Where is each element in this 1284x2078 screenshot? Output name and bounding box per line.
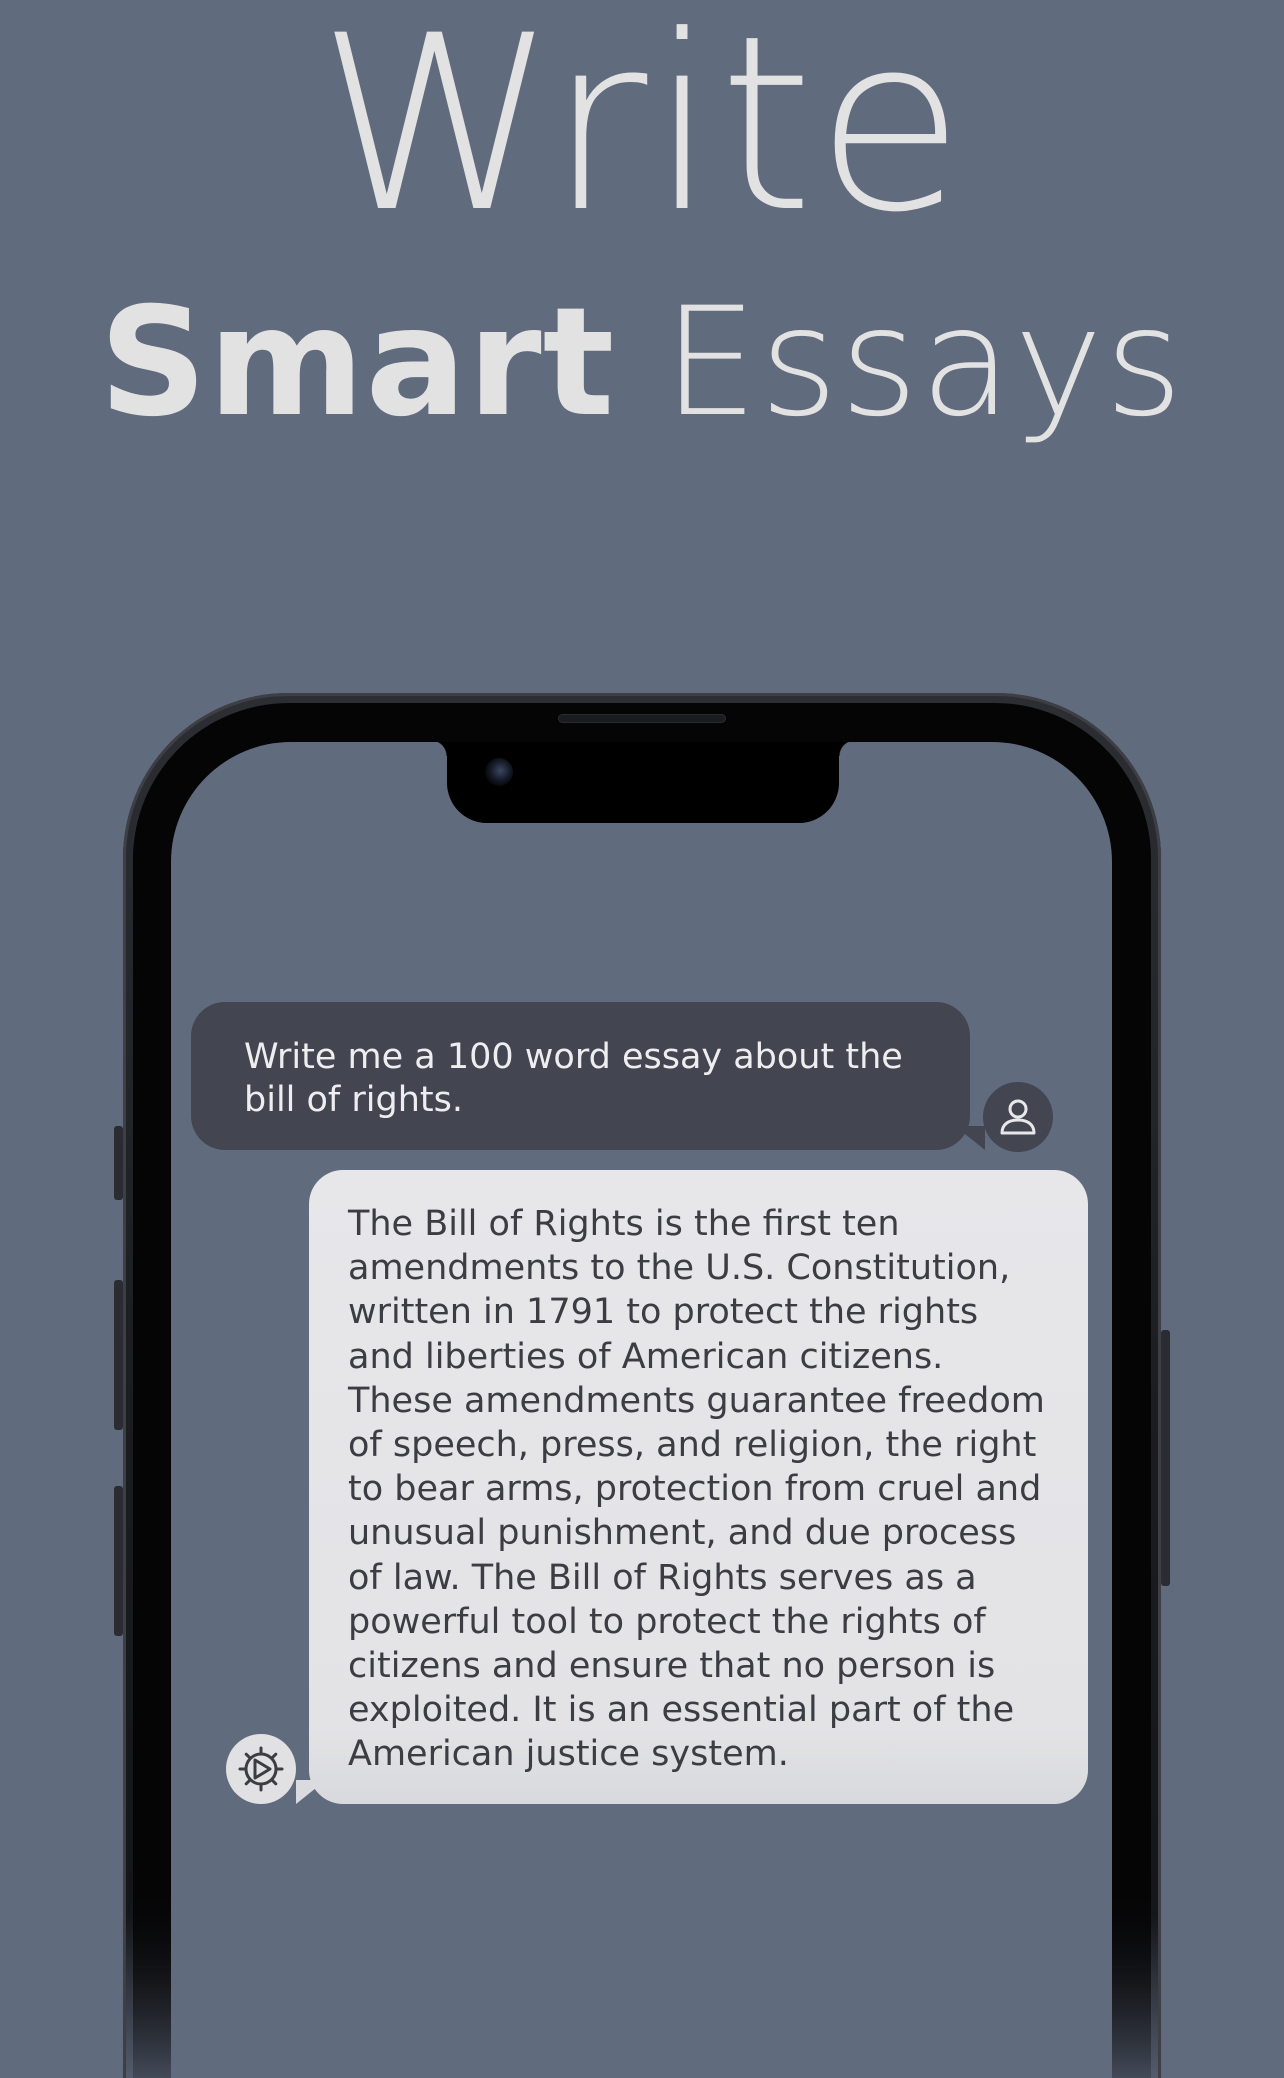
headline-essays: Essays <box>663 276 1185 450</box>
user-bubble-tail <box>955 1126 985 1150</box>
assistant-bubble-tail <box>296 1780 326 1804</box>
phone-side-button-mute <box>114 1126 123 1200</box>
phone-camera <box>485 758 513 786</box>
phone-side-button-volume-up <box>114 1280 123 1430</box>
phone-speaker <box>558 714 726 723</box>
person-icon <box>1000 1099 1036 1135</box>
gear-icon <box>238 1746 284 1792</box>
headline-smart-essays: Smart Essays <box>0 268 1284 458</box>
headline-smart: Smart <box>99 276 616 450</box>
assistant-message-text: The Bill of Rights is the first ten amen… <box>348 1204 1045 1775</box>
phone-side-button-volume-down <box>114 1486 123 1636</box>
user-avatar <box>983 1082 1053 1152</box>
assistant-message-bubble: The Bill of Rights is the first ten amen… <box>309 1170 1088 1804</box>
assistant-avatar <box>226 1734 296 1804</box>
user-message-text: Write me a 100 word essay about the bill… <box>244 1037 903 1120</box>
user-message-bubble: Write me a 100 word essay about the bill… <box>191 1002 970 1150</box>
phone-side-button-power <box>1161 1330 1170 1586</box>
headline-write: Write <box>317 0 967 266</box>
